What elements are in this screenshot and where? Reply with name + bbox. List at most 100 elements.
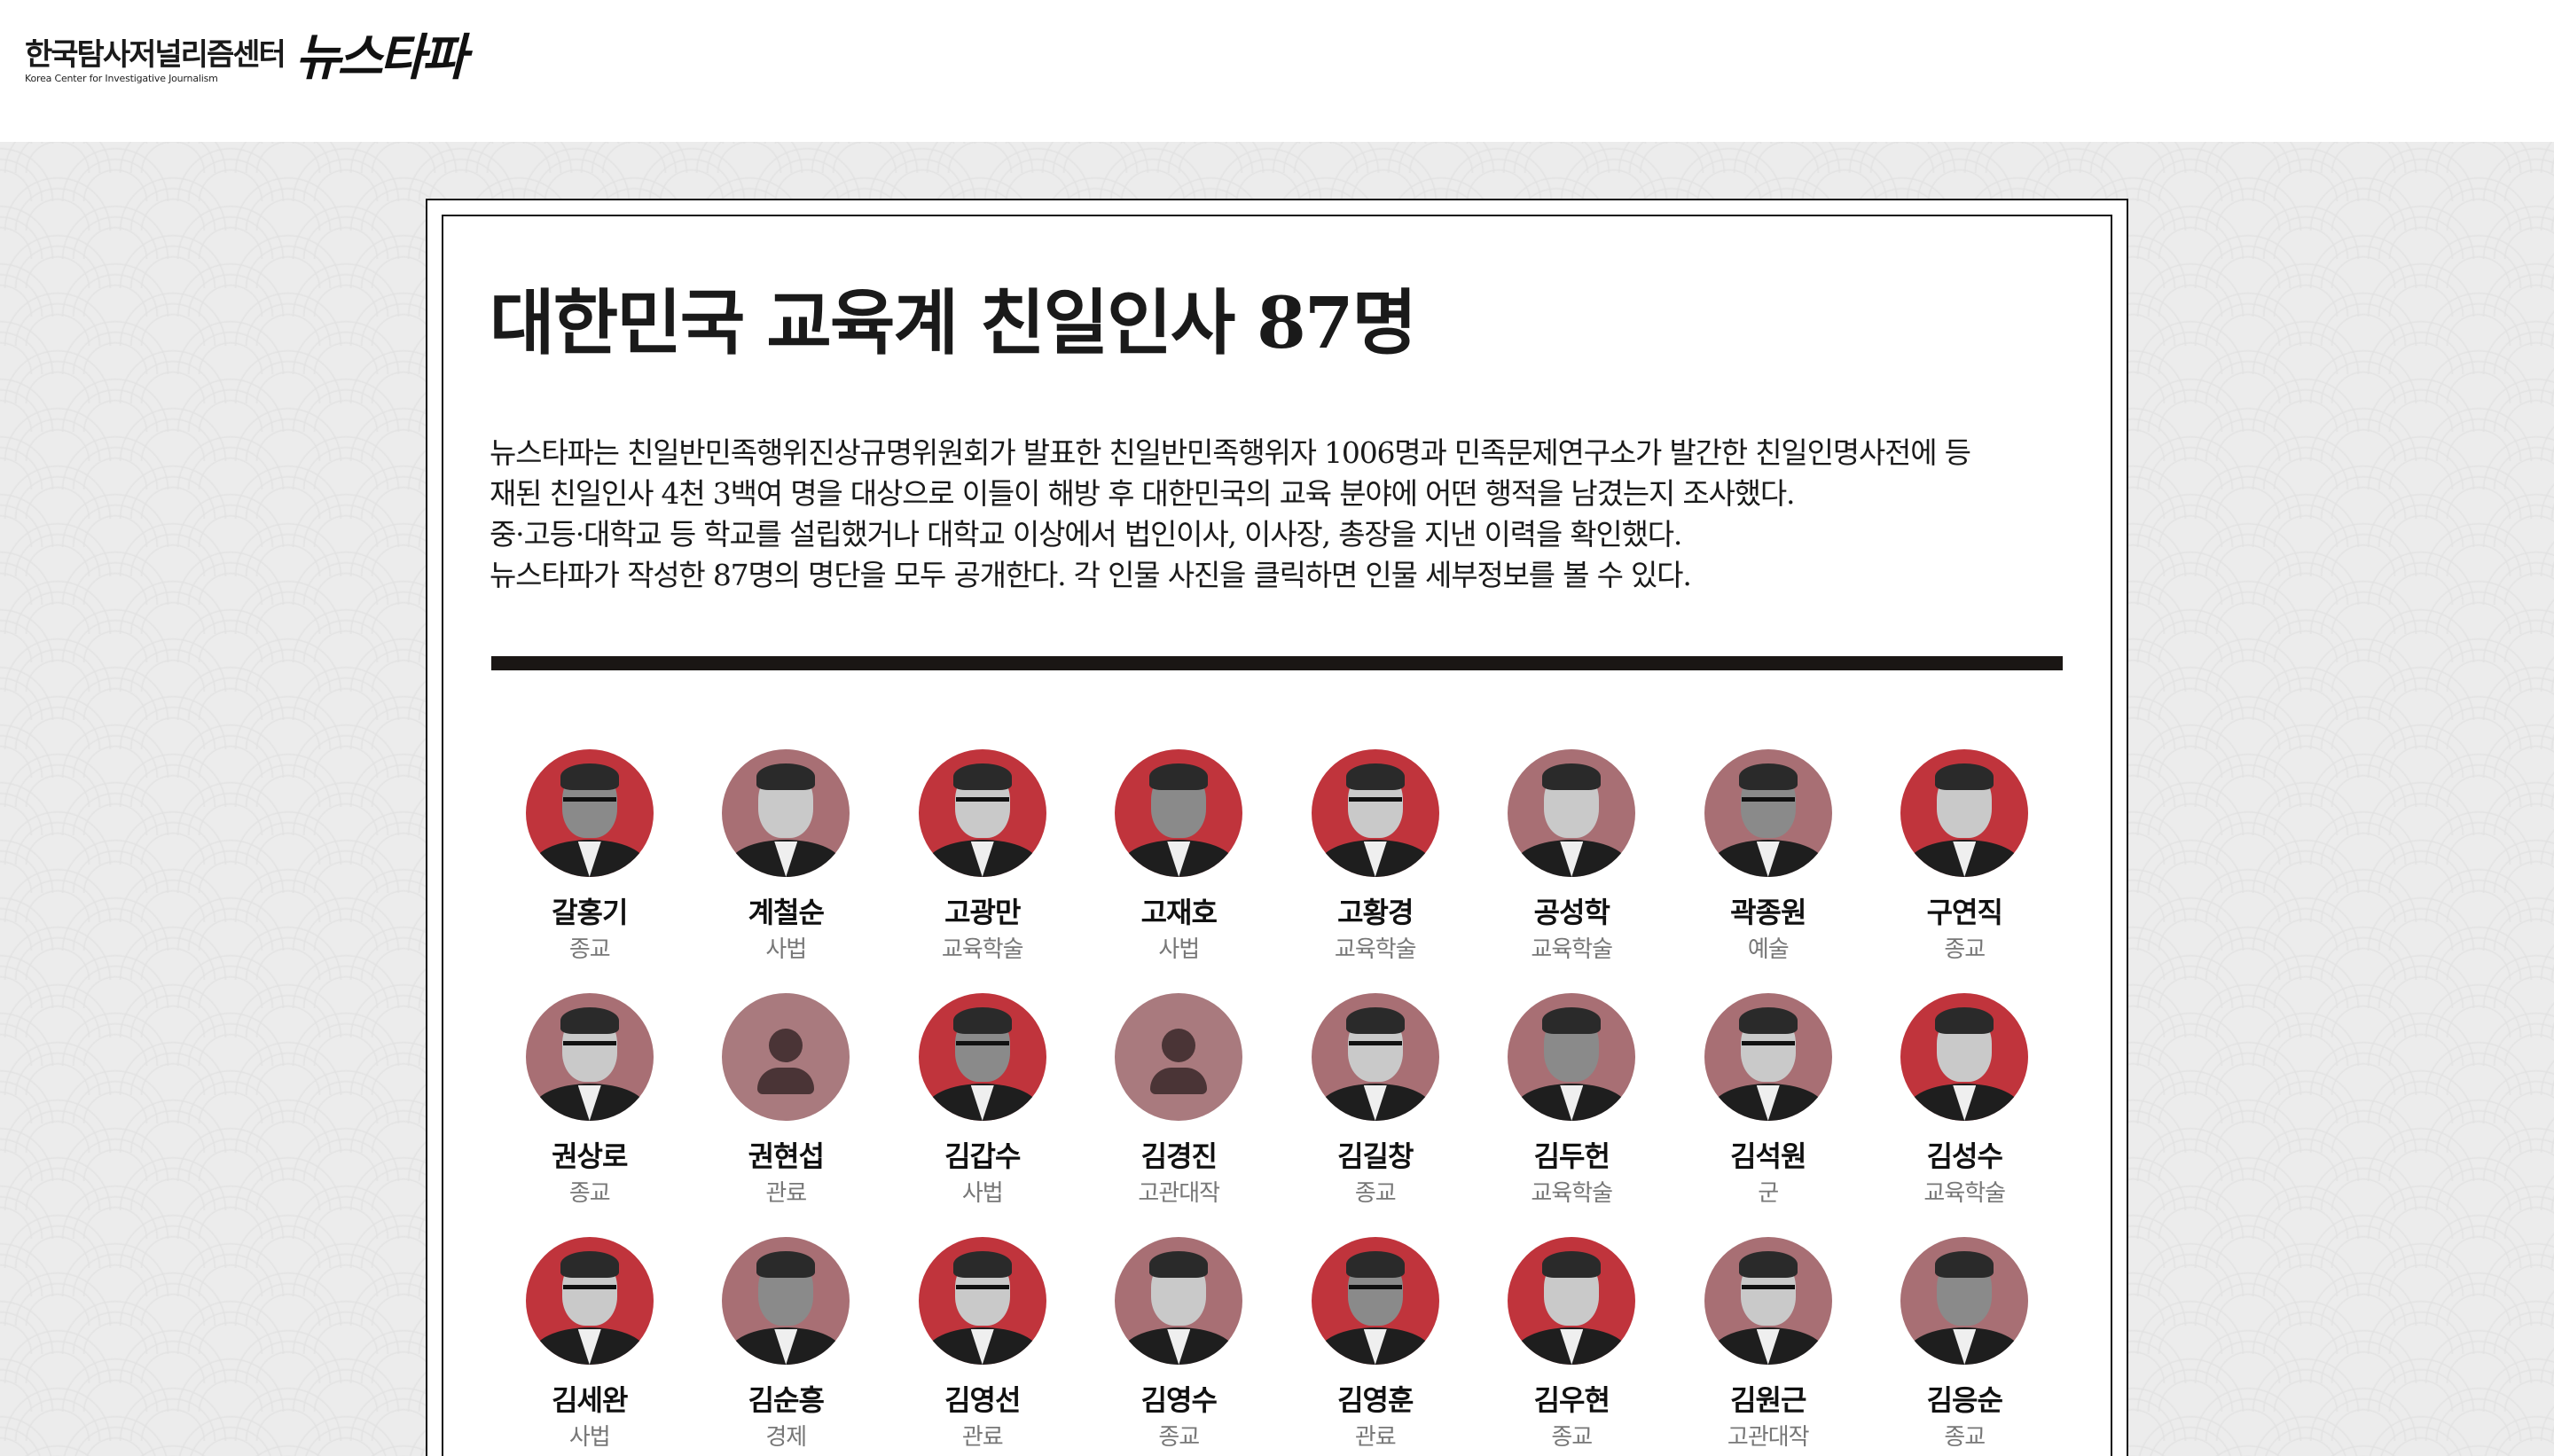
person-card[interactable]: 공성학 교육학술 — [1474, 749, 1671, 993]
person-name: 고황경 — [1337, 896, 1414, 929]
person-photo[interactable] — [1704, 1237, 1832, 1365]
person-card[interactable]: 김응순종교 — [1867, 1237, 2064, 1456]
person-category: 군 — [1758, 1180, 1779, 1207]
person-photo[interactable] — [1311, 993, 1439, 1121]
people-row: 갈홍기 종교 계철순 사법 고광만 교육학술 고재호 사법 고황경 교육학술 공성학 교육학술 곽종원 예… — [491, 749, 2063, 993]
person-photo[interactable] — [525, 749, 654, 877]
person-category: 예술 — [1747, 936, 1790, 963]
person-photo[interactable] — [1311, 1237, 1439, 1365]
person-photo[interactable] — [1115, 749, 1243, 877]
person-photo[interactable] — [1900, 1237, 2029, 1365]
person-card[interactable]: 김경진 고관대작 — [1081, 993, 1278, 1237]
person-name: 김영수 — [1140, 1383, 1218, 1417]
site-logo[interactable]: 한국탐사저널리즘센터 Korea Center for Investigativ… — [25, 29, 467, 87]
person-category: 교육학술 — [1531, 1180, 1613, 1207]
person-name: 고재호 — [1140, 896, 1218, 929]
person-photo[interactable] — [525, 1237, 654, 1365]
logo-korean-name: 한국탐사저널리즘센터 — [25, 37, 286, 73]
person-card[interactable]: 김석원군 — [1670, 993, 1867, 1237]
person-name: 김응순 — [1926, 1383, 2003, 1417]
person-name: 김순흥 — [748, 1383, 825, 1417]
article-description: 뉴스타파는 친일반민족행위진상규명위원회가 발표한 친일반민족행위자 1006명… — [490, 433, 2068, 596]
person-photo[interactable] — [1900, 749, 2029, 877]
person-card[interactable]: 김영선 관료 — [884, 1237, 1081, 1456]
person-card[interactable]: 고광만 교육학술 — [884, 749, 1081, 993]
person-card[interactable]: 김원근고관대작 — [1670, 1237, 1867, 1456]
person-photo[interactable] — [1900, 993, 2029, 1121]
person-name: 곽종원 — [1730, 896, 1806, 929]
person-placeholder-icon[interactable] — [722, 993, 850, 1121]
section-divider — [491, 656, 2063, 670]
person-photo[interactable] — [525, 993, 654, 1121]
person-category: 사법 — [1158, 936, 1200, 963]
person-category: 관료 — [765, 1180, 807, 1207]
person-photo[interactable] — [1508, 749, 1636, 877]
person-card[interactable]: 김길창 종교 — [1277, 993, 1474, 1237]
person-photo[interactable] — [1704, 749, 1832, 877]
person-name: 김갑수 — [944, 1139, 1021, 1173]
person-photo[interactable] — [1311, 749, 1439, 877]
description-line: 뉴스타파가 작성한 87명의 명단을 모두 공개한다. 각 인물 사진을 클릭하… — [490, 558, 1692, 592]
person-category: 종교 — [1354, 1180, 1397, 1207]
person-card[interactable]: 계철순 사법 — [688, 749, 885, 993]
person-category: 종교 — [1158, 1424, 1200, 1451]
people-row: 권상로 종교 권현섭 관료 김갑수 사법 김경진 고관대작 김길창 종교 김두헌 교육학술 김석원 군 김성… — [491, 993, 2063, 1237]
person-placeholder-icon[interactable] — [1115, 993, 1243, 1121]
person-card[interactable]: 김두헌교육학술 — [1474, 993, 1671, 1237]
person-photo[interactable] — [1704, 993, 1832, 1121]
person-name: 김성수 — [1926, 1139, 2003, 1173]
person-name: 김석원 — [1730, 1139, 1806, 1173]
page-title: 대한민국 교육계 친일인사 87명 — [490, 281, 1417, 364]
person-card[interactable]: 갈홍기 종교 — [491, 749, 688, 993]
person-name: 김경진 — [1140, 1139, 1218, 1173]
person-name: 권상로 — [552, 1139, 628, 1173]
person-card[interactable]: 김세완사법 — [491, 1237, 688, 1456]
person-card[interactable]: 김우현종교 — [1474, 1237, 1671, 1456]
person-name: 김원근 — [1730, 1383, 1806, 1417]
person-photo[interactable] — [1115, 1237, 1243, 1365]
person-card[interactable]: 권상로종교 — [491, 993, 688, 1237]
person-name: 김두헌 — [1533, 1139, 1610, 1173]
person-card[interactable]: 곽종원예술 — [1670, 749, 1867, 993]
person-photo[interactable] — [918, 1237, 1046, 1365]
people-row: 김세완 사법 김순흥 경제 김영선 관료 김영수 종교 김영훈 관료 김우현 종교 김원근 고관대작 김응순… — [491, 1237, 2063, 1456]
brand-wordmark: 뉴스타파 — [294, 29, 467, 87]
person-name: 김우현 — [1533, 1383, 1610, 1417]
person-category: 사법 — [961, 1180, 1004, 1207]
person-card[interactable]: 고재호사법 — [1081, 749, 1278, 993]
person-card[interactable]: 고황경교육학술 — [1277, 749, 1474, 993]
logo-english-name: Korea Center for Investigative Journalis… — [25, 73, 218, 84]
person-category: 종교 — [1944, 1424, 1986, 1451]
person-category: 사법 — [568, 1424, 611, 1451]
person-category: 교육학술 — [1334, 936, 1417, 963]
person-category: 경제 — [765, 1424, 807, 1451]
person-category: 고관대작 — [1727, 1424, 1810, 1451]
person-category: 종교 — [1551, 1424, 1593, 1451]
person-card[interactable]: 김영수종교 — [1081, 1237, 1278, 1456]
person-photo[interactable] — [918, 749, 1046, 877]
description-line: 재된 친일인사 4천 3백여 명을 대상으로 이들이 해방 후 대한민국의 교육… — [490, 476, 1795, 511]
person-card[interactable]: 구연직 종교 — [1867, 749, 2064, 993]
person-photo[interactable] — [722, 749, 850, 877]
person-card[interactable]: 김영훈 관료 — [1277, 1237, 1474, 1456]
person-card[interactable]: 김순흥경제 — [688, 1237, 885, 1456]
person-category: 종교 — [568, 1180, 611, 1207]
person-card[interactable]: 김성수교육학술 — [1867, 993, 2064, 1237]
person-category: 종교 — [568, 936, 611, 963]
person-name: 김세완 — [552, 1383, 628, 1417]
person-name: 김영선 — [944, 1383, 1021, 1417]
person-photo[interactable] — [1508, 1237, 1636, 1365]
person-photo[interactable] — [722, 1237, 850, 1365]
description-line: 뉴스타파는 친일반민족행위진상규명위원회가 발표한 친일반민족행위자 1006명… — [490, 435, 1971, 470]
person-card[interactable]: 권현섭관료 — [688, 993, 885, 1237]
person-card[interactable]: 김갑수사법 — [884, 993, 1081, 1237]
person-name: 고광만 — [944, 896, 1021, 929]
person-name: 계철순 — [748, 896, 825, 929]
person-category: 교육학술 — [1923, 1180, 2006, 1207]
person-photo[interactable] — [918, 993, 1046, 1121]
person-category: 종교 — [1944, 936, 1986, 963]
person-name: 권현섭 — [748, 1139, 825, 1173]
person-photo[interactable] — [1508, 993, 1636, 1121]
description-line: 중·고등·대학교 등 학교를 설립했거나 대학교 이상에서 법인이사, 이사장,… — [490, 517, 1682, 552]
person-category: 관료 — [1354, 1424, 1397, 1451]
